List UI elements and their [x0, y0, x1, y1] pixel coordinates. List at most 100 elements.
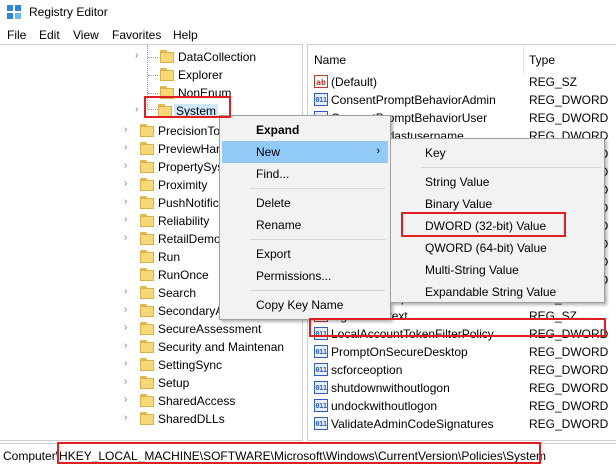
folder-icon	[160, 50, 174, 63]
chevron-right-icon[interactable]: ›	[135, 105, 145, 115]
folder-icon	[140, 196, 154, 209]
column-divider[interactable]	[523, 45, 524, 75]
chevron-right-icon[interactable]: ›	[135, 51, 145, 61]
folder-icon	[140, 250, 154, 263]
tree-item-label: NonEnum	[178, 86, 232, 100]
value-row[interactable]: 011 PromptOnSecureDesktop REG_DWORD	[308, 343, 616, 361]
submenu-item-expandable-string-value[interactable]: Expandable String Value	[393, 281, 602, 303]
tree-connector	[148, 93, 158, 94]
folder-icon	[160, 86, 174, 99]
value-name: undockwithoutlogon	[331, 399, 438, 413]
chevron-right-icon[interactable]: ›	[124, 377, 134, 387]
dword-value-icon: 011	[314, 93, 328, 106]
tree-item-label: System	[174, 104, 219, 118]
tree-item-label: PropertySys	[158, 160, 224, 174]
value-row[interactable]: 011 scforceoption REG_DWORD	[308, 361, 616, 379]
value-type: REG_DWORD	[529, 327, 609, 341]
menu-item-find[interactable]: Find...	[222, 163, 388, 185]
menu-view[interactable]: View	[71, 28, 101, 42]
folder-icon	[140, 160, 154, 173]
menu-item-export[interactable]: Export	[222, 243, 388, 265]
chevron-right-icon[interactable]: ›	[124, 305, 134, 315]
menu-item-copy-key-name[interactable]: Copy Key Name	[222, 294, 388, 316]
tree-connector	[148, 75, 158, 76]
chevron-right-icon[interactable]: ›	[124, 395, 134, 405]
dword-value-icon: 011	[314, 381, 328, 394]
submenu-item-string-value[interactable]: String Value	[393, 171, 602, 193]
menu-item-delete[interactable]: Delete	[222, 192, 388, 214]
registry-editor-icon	[7, 5, 21, 19]
dword-value-icon: 011	[314, 327, 328, 340]
tree-item-label: Search	[158, 286, 197, 300]
menu-help[interactable]: Help	[171, 28, 200, 42]
title-bar: Registry Editor	[0, 0, 616, 24]
chevron-right-icon[interactable]: ›	[124, 179, 134, 189]
chevron-right-icon[interactable]: ›	[124, 359, 134, 369]
column-header-type[interactable]: Type	[529, 53, 555, 67]
submenu-item-key[interactable]: Key	[393, 142, 602, 164]
menu-item-label: Expand	[256, 123, 300, 137]
chevron-right-icon[interactable]: ›	[124, 197, 134, 207]
menu-item-label: New	[256, 145, 281, 159]
tree-item-label: DataCollection	[178, 50, 257, 64]
menu-item-new[interactable]: New ›	[222, 141, 388, 163]
menu-item-label: Binary Value	[425, 197, 493, 211]
chevron-right-icon[interactable]: ›	[124, 233, 134, 243]
folder-icon	[140, 304, 154, 317]
menu-edit[interactable]: Edit	[37, 28, 62, 42]
chevron-right-icon[interactable]: ›	[124, 323, 134, 333]
dword-value-icon: 011	[314, 345, 328, 358]
folder-icon	[140, 268, 154, 281]
folder-icon	[140, 358, 154, 371]
chevron-right-icon[interactable]: ›	[124, 215, 134, 225]
menu-separator	[250, 290, 386, 291]
submenu-item-binary-value[interactable]: Binary Value	[393, 193, 602, 215]
value-name: shutdownwithoutlogon	[331, 381, 450, 395]
folder-icon	[140, 124, 154, 137]
value-type: REG_DWORD	[529, 381, 609, 395]
submenu-item-qword-value[interactable]: QWORD (64-bit) Value	[393, 237, 602, 259]
menu-item-label: Export	[256, 247, 291, 261]
tree-item-label: RetailDemo	[158, 232, 221, 246]
value-row[interactable]: 011 shutdownwithoutlogon REG_DWORD	[308, 379, 616, 397]
folder-icon	[140, 394, 154, 407]
chevron-right-icon[interactable]: ›	[124, 161, 134, 171]
column-header-name[interactable]: Name	[314, 53, 346, 67]
tree-connector	[147, 45, 148, 109]
menu-separator	[250, 239, 386, 240]
value-type: REG_DWORD	[529, 363, 609, 377]
menu-item-label: DWORD (32-bit) Value	[425, 219, 547, 233]
folder-icon	[140, 340, 154, 353]
value-row[interactable]: 011 undockwithoutlogon REG_DWORD	[308, 397, 616, 415]
tree-item-label: SecureAssessment	[158, 322, 262, 336]
value-row[interactable]: ab (Default) REG_SZ	[308, 73, 616, 91]
chevron-right-icon[interactable]: ›	[124, 143, 134, 153]
chevron-right-icon[interactable]: ›	[124, 287, 134, 297]
chevron-right-icon[interactable]: ›	[124, 413, 134, 423]
tree-item-label: SettingSync	[158, 358, 223, 372]
folder-icon	[160, 68, 174, 81]
menu-item-label: Delete	[256, 196, 291, 210]
folder-icon	[140, 286, 154, 299]
tree-item-label: PreviewHar	[158, 142, 221, 156]
menu-item-label: Rename	[256, 218, 302, 232]
menu-item-expand[interactable]: Expand	[222, 119, 388, 141]
status-bar: Computer\HKEY_LOCAL_MACHINE\SOFTWARE\Mic…	[0, 443, 616, 465]
menu-favorites[interactable]: Favorites	[110, 28, 163, 42]
chevron-right-icon[interactable]: ›	[124, 125, 134, 135]
tree-item-label: SharedAccess	[158, 394, 236, 408]
menu-item-permissions[interactable]: Permissions...	[222, 265, 388, 287]
menu-item-rename[interactable]: Rename	[222, 214, 388, 236]
submenu-item-multi-string-value[interactable]: Multi-String Value	[393, 259, 602, 281]
value-row[interactable]: 011 LocalAccountTokenFilterPolicy REG_DWOR…	[308, 325, 616, 343]
tree-item-label: Explorer	[178, 68, 223, 82]
value-name: (Default)	[331, 75, 378, 89]
menu-bar: File Edit View Favorites Help	[0, 25, 616, 45]
submenu-item-dword-value[interactable]: DWORD (32-bit) Value	[393, 215, 602, 237]
chevron-right-icon[interactable]: ›	[124, 341, 134, 351]
value-row[interactable]: 011 ConsentPromptBehaviorAdmin REG_DWORD	[308, 91, 616, 109]
menu-file[interactable]: File	[5, 28, 28, 42]
tree-item-label: PushNotific	[158, 196, 219, 210]
chevron-right-icon: ›	[376, 145, 380, 157]
value-row[interactable]: 011 ValidateAdminCodeSignatures REG_DWORD	[308, 415, 616, 433]
